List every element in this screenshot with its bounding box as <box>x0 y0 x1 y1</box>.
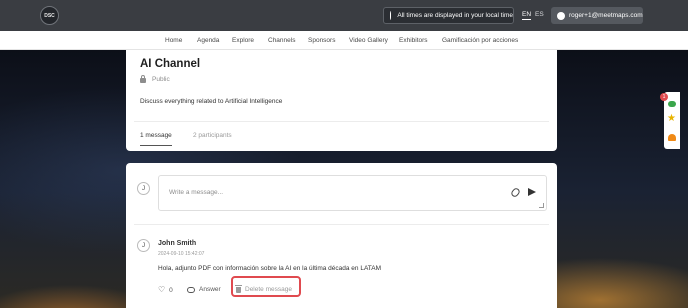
message-avatar: J <box>137 239 150 252</box>
visibility-label: Public <box>152 76 170 83</box>
answer-button[interactable]: Answer <box>187 286 221 293</box>
visibility-row: Public <box>140 75 170 83</box>
logo[interactable]: DSC <box>40 6 59 25</box>
divider <box>134 224 549 225</box>
message-composer[interactable]: Write a message... <box>158 175 547 211</box>
main-nav: Home Agenda Explore Channels Sponsors Vi… <box>0 31 688 50</box>
channel-title: AI Channel <box>140 58 201 70</box>
timezone-notice: All times are displayed in your local ti… <box>383 7 514 24</box>
message-input[interactable]: Write a message... <box>169 189 223 196</box>
delete-highlight-outline <box>231 276 301 297</box>
user-icon <box>557 11 565 20</box>
message-author: John Smith <box>158 240 197 247</box>
message-text: Hola, adjunto PDF con información sobre … <box>158 265 382 272</box>
chat-icon[interactable] <box>668 101 676 107</box>
top-bar: DSC All times are displayed in your loca… <box>0 0 688 31</box>
nav-gamificacion[interactable]: Gamificación por acciones <box>442 37 518 44</box>
nav-exhibitors[interactable]: Exhibitors <box>399 37 428 44</box>
resize-handle-icon[interactable] <box>539 203 544 208</box>
nav-home[interactable]: Home <box>165 37 182 44</box>
comment-icon <box>187 286 195 293</box>
heart-icon: ♡ <box>158 285 166 294</box>
nav-sponsors[interactable]: Sponsors <box>308 37 335 44</box>
language-en[interactable]: EN <box>522 11 532 20</box>
channel-info-card: AI Channel Public Discuss everything rel… <box>126 50 557 151</box>
paperclip-icon[interactable] <box>509 186 522 199</box>
star-icon[interactable]: ★ <box>667 114 676 124</box>
divider <box>134 121 549 122</box>
lock-icon <box>140 75 146 83</box>
nav-video-gallery[interactable]: Video Gallery <box>349 37 388 44</box>
nav-agenda[interactable]: Agenda <box>197 37 219 44</box>
messages-card: J Write a message... J John Smith 2024-0… <box>126 163 557 308</box>
nav-channels[interactable]: Channels <box>268 37 295 44</box>
clock-icon <box>390 11 398 20</box>
composer-avatar: J <box>137 182 150 195</box>
user-menu-button[interactable]: roger+1@meetmaps.com <box>551 7 643 24</box>
channel-description: Discuss everything related to Artificial… <box>140 98 283 105</box>
side-widget: 1 ★ <box>660 92 680 149</box>
message-timestamp: 2024-09-10 15:42:07 <box>158 251 205 257</box>
bell-icon[interactable] <box>668 134 676 141</box>
like-count: 0 <box>169 286 173 294</box>
nav-explore[interactable]: Explore <box>232 37 254 44</box>
send-icon[interactable] <box>528 188 536 196</box>
timezone-text: All times are displayed in your local ti… <box>397 12 513 19</box>
user-email: roger+1@meetmaps.com <box>569 12 643 19</box>
tab-participants[interactable]: 2 participants <box>193 132 232 139</box>
notification-badge: 1 <box>660 93 668 101</box>
like-button[interactable]: ♡ 0 <box>158 286 173 294</box>
answer-label: Answer <box>199 286 221 293</box>
language-es[interactable]: ES <box>535 11 544 18</box>
tab-messages[interactable]: 1 message <box>140 132 172 146</box>
